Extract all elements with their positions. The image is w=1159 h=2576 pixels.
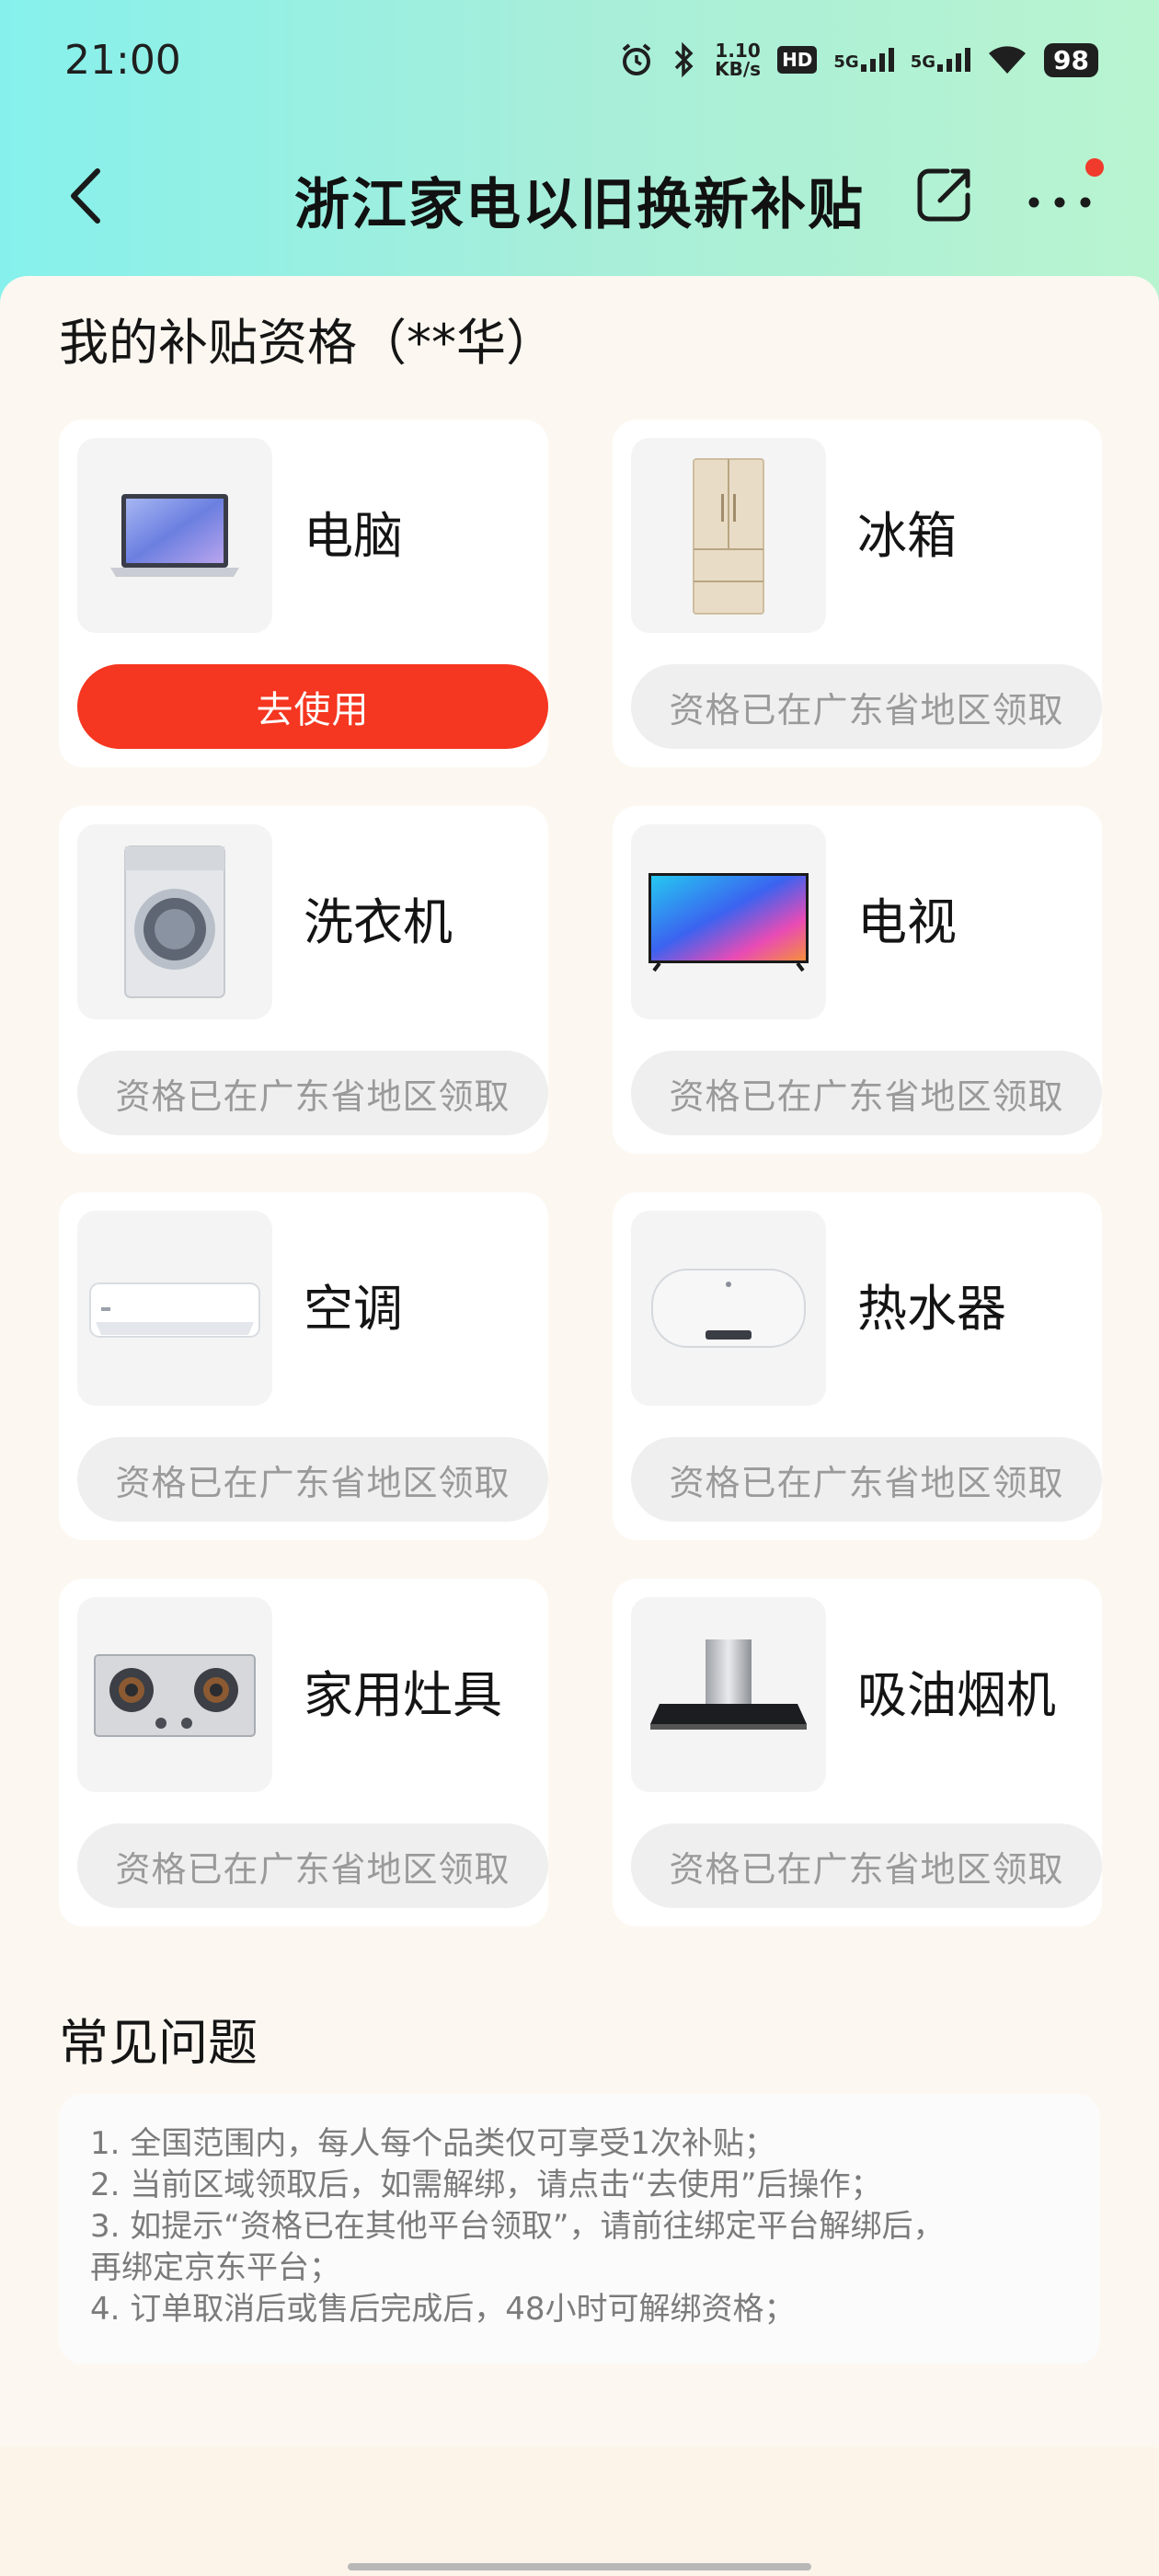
claimed-status-button[interactable]: 资格已在广东省地区领取 xyxy=(631,664,1102,749)
subsidy-card-tv: 电视 资格已在广东省地区领取 xyxy=(613,806,1102,1154)
subsidy-card-ac: 空调 资格已在广东省地区领取 xyxy=(59,1192,548,1540)
status-icons: 1.10 KB/s HD 5G 5G 98 xyxy=(619,41,1098,78)
signal-bars-icon xyxy=(860,48,894,72)
nav-bar: 浙江家电以旧换新补贴 xyxy=(0,138,1159,248)
claimed-status-button[interactable]: 资格已在广东省地区领取 xyxy=(77,1437,548,1522)
product-image xyxy=(631,438,826,633)
card-label: 电视 xyxy=(857,893,957,951)
network-speed: 1.10 KB/s xyxy=(715,41,761,78)
water-heater-icon xyxy=(651,1269,806,1348)
claimed-status-button[interactable]: 资格已在广东省地区领取 xyxy=(77,1051,548,1135)
faq-line: 4. 订单取消后或售后完成后，48小时可解绑资格； xyxy=(90,2291,796,2328)
subsidy-card-stove: 家用灶具 资格已在广东省地区领取 xyxy=(59,1579,548,1926)
claimed-status-button[interactable]: 资格已在广东省地区领取 xyxy=(77,1823,548,1908)
sim1-label: 5G xyxy=(833,52,859,72)
bottom-bar xyxy=(0,2447,1159,2576)
battery-indicator: 98 xyxy=(1044,42,1098,77)
faq-box: 1. 全国范围内，每人每个品类仅可享受1次补贴； 2. 当前区域领取后，如需解绑… xyxy=(59,2094,1100,2364)
ac-icon xyxy=(89,1282,260,1338)
subsidy-card-computer: 电脑 去使用 xyxy=(59,420,548,767)
network-speed-value: 1.10 xyxy=(715,40,761,62)
claimed-status-button[interactable]: 资格已在广东省地区领取 xyxy=(631,1051,1102,1135)
product-image xyxy=(77,1597,272,1792)
signal-sim1: 5G xyxy=(833,48,894,72)
card-label: 吸油烟机 xyxy=(857,1666,1056,1724)
alarm-icon xyxy=(622,43,651,75)
claimed-status-button[interactable]: 资格已在广东省地区领取 xyxy=(631,1823,1102,1908)
card-label: 热水器 xyxy=(857,1280,1006,1338)
network-speed-unit: KB/s xyxy=(715,58,762,80)
card-label: 洗衣机 xyxy=(304,893,453,951)
product-image xyxy=(77,1211,272,1406)
product-image xyxy=(631,1211,826,1406)
subsidy-card-fridge: 冰箱 资格已在广东省地区领取 xyxy=(613,420,1102,767)
faq-line: 再绑定京东平台； xyxy=(90,2249,340,2286)
product-image xyxy=(77,438,272,633)
card-label: 冰箱 xyxy=(857,507,957,565)
product-image xyxy=(631,824,826,1019)
signal-bars-icon xyxy=(937,48,971,72)
eligibility-title: 我的补贴资格（**华） xyxy=(59,314,556,372)
faq-title: 常见问题 xyxy=(59,2014,258,2072)
tv-icon xyxy=(648,873,809,972)
home-indicator[interactable] xyxy=(348,2563,811,2570)
stove-icon xyxy=(94,1654,256,1737)
hd-icon: HD xyxy=(777,46,818,74)
faq-line: 2. 当前区域领取后，如需解绑，请点击“去使用”后操作； xyxy=(90,2167,882,2203)
faq-line: 1. 全国范围内，每人每个品类仅可享受1次补贴； xyxy=(90,2125,775,2162)
product-image xyxy=(631,1597,826,1792)
use-button[interactable]: 去使用 xyxy=(77,664,548,749)
bluetooth-icon xyxy=(674,41,694,78)
washer-icon xyxy=(124,845,225,998)
sim2-label: 5G xyxy=(910,52,936,72)
card-label: 空调 xyxy=(304,1280,403,1338)
fridge-icon xyxy=(693,458,764,615)
faq-line: 3. 如提示“资格已在其他平台领取”，请前往绑定平台解绑后， xyxy=(90,2208,945,2245)
card-label: 电脑 xyxy=(304,507,403,565)
subsidy-card-washer: 洗衣机 资格已在广东省地区领取 xyxy=(59,806,548,1154)
status-time: 21:00 xyxy=(64,36,181,84)
product-image xyxy=(77,824,272,1019)
card-label: 家用灶具 xyxy=(304,1666,502,1724)
claimed-status-button[interactable]: 资格已在广东省地区领取 xyxy=(631,1437,1102,1522)
status-bar: 21:00 1.10 KB/s HD 5G 5G 98 xyxy=(0,0,1159,120)
more-icon[interactable] xyxy=(1023,166,1096,221)
share-icon[interactable] xyxy=(912,162,977,226)
range-hood-icon xyxy=(650,1639,807,1730)
wifi-icon xyxy=(989,46,1027,74)
subsidy-card-water-heater: 热水器 资格已在广东省地区领取 xyxy=(613,1192,1102,1540)
laptop-icon xyxy=(110,494,239,577)
notification-dot xyxy=(1085,158,1104,177)
page-title: 浙江家电以旧换新补贴 xyxy=(294,173,865,237)
signal-sim2: 5G xyxy=(910,48,971,72)
subsidy-card-range-hood: 吸油烟机 资格已在广东省地区领取 xyxy=(613,1579,1102,1926)
